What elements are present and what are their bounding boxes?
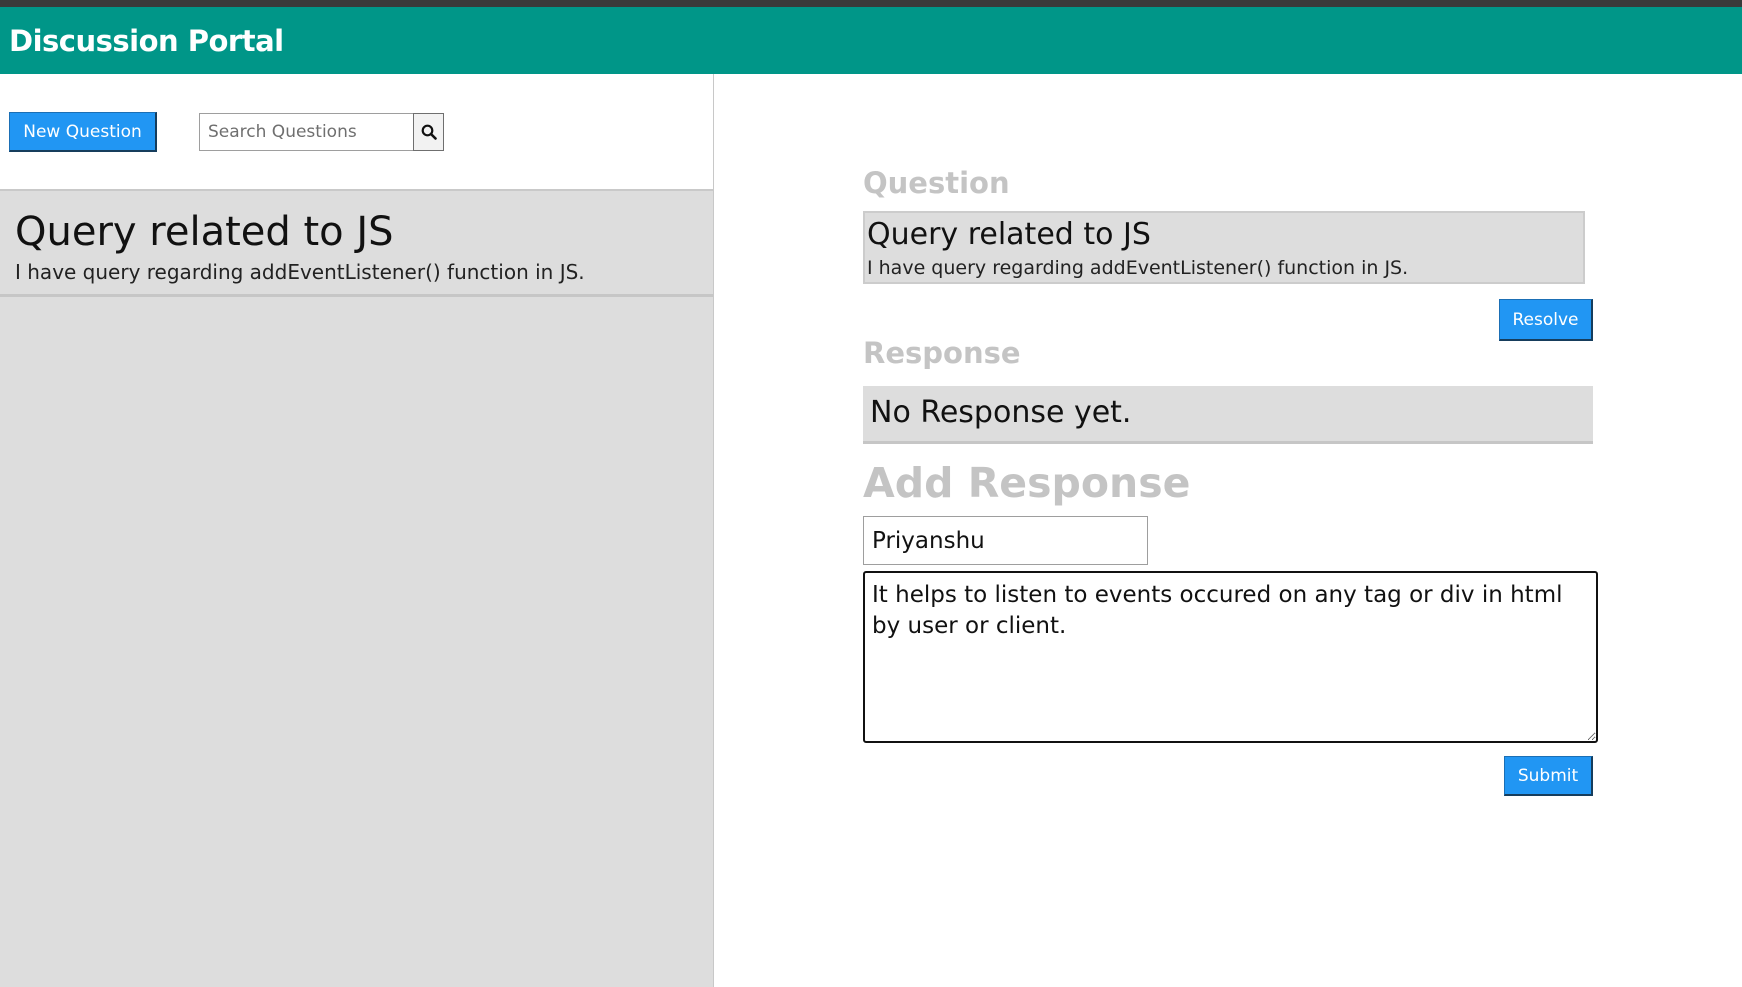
response-heading: Response — [863, 336, 1021, 370]
question-sidebar: New Question Query related to JS I have … — [0, 74, 714, 987]
question-title: Query related to JS — [867, 217, 1151, 252]
response-comment-textarea[interactable]: It helps to listen to events occured on … — [863, 571, 1598, 743]
question-list-item[interactable]: Query related to JS I have query regardi… — [0, 191, 713, 297]
app-header: Discussion Portal — [0, 7, 1742, 74]
search-button[interactable] — [413, 113, 444, 151]
add-response-heading: Add Response — [863, 459, 1191, 507]
window-top-strip — [0, 0, 1742, 7]
response-text: No Response yet. — [870, 395, 1132, 430]
question-display: Query related to JS I have query regardi… — [863, 211, 1585, 284]
resolve-button[interactable]: Resolve — [1499, 299, 1593, 341]
response-display: No Response yet. — [863, 386, 1593, 444]
sidebar-toolbar: New Question — [0, 74, 713, 191]
new-question-button[interactable]: New Question — [9, 112, 157, 152]
question-heading: Question — [863, 166, 1010, 200]
question-list-item-title: Query related to JS — [15, 209, 394, 255]
responder-name-input[interactable] — [863, 516, 1148, 565]
submit-button[interactable]: Submit — [1504, 756, 1593, 796]
app-title: Discussion Portal — [9, 24, 284, 58]
question-list-item-description: I have query regarding addEventListener(… — [15, 260, 585, 284]
search-icon — [421, 124, 437, 140]
search-input[interactable] — [199, 113, 414, 151]
question-description: I have query regarding addEventListener(… — [867, 257, 1409, 279]
